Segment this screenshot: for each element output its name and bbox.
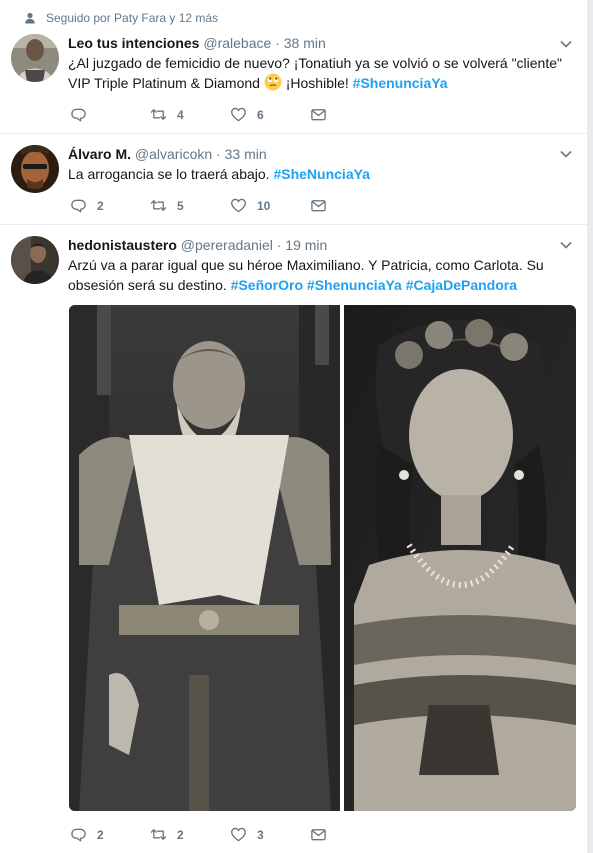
tweet-media-photo[interactable]: [69, 305, 576, 811]
retweet-count: 4: [177, 107, 184, 122]
retweet-count: 2: [177, 827, 184, 842]
envelope-icon: [311, 109, 326, 121]
tweet-text-part: La arrogancia se lo traerá abajo.: [68, 166, 274, 182]
heart-icon: [231, 827, 246, 842]
retweet-icon: [150, 200, 167, 211]
tweet-text: La arrogancia se lo traerá abajo. #SheNu…: [68, 164, 574, 184]
tweet-text-part: ¡Hoshible!: [281, 75, 353, 91]
fullname[interactable]: hedonistaustero: [68, 237, 177, 253]
like-button[interactable]: 10: [230, 197, 310, 214]
tweet-header: Álvaro M. @alvaricokn · 33 min: [68, 146, 267, 162]
heart-icon: [231, 107, 246, 122]
reply-icon: [71, 199, 86, 213]
social-context: Seguido por Paty Fara y 12 más: [25, 11, 219, 25]
like-count: 10: [257, 198, 271, 213]
envelope-icon: [311, 200, 326, 212]
tweet-actions: 4 6: [70, 106, 327, 123]
chevron-down-icon[interactable]: [560, 40, 572, 48]
left-photo-maximiliano: [69, 305, 340, 811]
social-context-text: Seguido por Paty Fara y 12 más: [46, 11, 219, 25]
avatar[interactable]: [11, 236, 59, 284]
retweet-icon: [150, 109, 167, 120]
reply-count: 2: [97, 198, 104, 213]
reply-button[interactable]: 2: [70, 197, 150, 214]
direct-message-button[interactable]: [310, 106, 327, 123]
hashtag-link[interactable]: #ShenunciaYa: [307, 277, 402, 293]
photo-collage: [69, 305, 576, 811]
like-count: 3: [257, 827, 264, 842]
heart-icon: [231, 198, 246, 213]
separator-dot: ·: [275, 35, 280, 51]
like-button[interactable]: 3: [230, 826, 310, 843]
avatar[interactable]: [11, 34, 59, 82]
tweet-header: Leo tus intenciones @ralebace · 38 min: [68, 35, 326, 51]
direct-message-button[interactable]: [310, 197, 327, 214]
tweet[interactable]: Álvaro M. @alvaricokn · 33 min La arroga…: [0, 134, 588, 225]
reply-icon: [71, 828, 86, 842]
chevron-down-icon[interactable]: [560, 241, 572, 249]
reply-button[interactable]: [70, 106, 150, 123]
separator-dot: ·: [216, 146, 221, 162]
tweet-text: Arzú va a parar igual que su héroe Maxim…: [68, 255, 574, 295]
timeline: Seguido por Paty Fara y 12 más Leo tus i…: [0, 0, 588, 853]
timestamp[interactable]: 38 min: [284, 35, 326, 51]
tweet-actions: 2 5 10: [70, 197, 327, 214]
direct-message-button[interactable]: [310, 826, 327, 843]
retweet-button[interactable]: 4: [150, 106, 230, 123]
like-button[interactable]: 6: [230, 106, 310, 123]
timestamp[interactable]: 33 min: [225, 146, 267, 162]
fullname[interactable]: Álvaro M.: [68, 146, 131, 162]
username[interactable]: @pereradaniel: [181, 237, 273, 253]
tweet-actions: 2 2 3: [70, 826, 327, 843]
tweet-header: hedonistaustero @pereradaniel · 19 min: [68, 237, 327, 253]
hashtag-link[interactable]: #CajaDePandora: [406, 277, 517, 293]
rolling-eyes-emoji: [264, 73, 282, 91]
hashtag-link[interactable]: #ShenunciaYa: [353, 75, 448, 91]
tweet-text: ¿Al juzgado de femicidio de nuevo? ¡Tona…: [68, 53, 574, 93]
retweet-button[interactable]: 2: [150, 826, 230, 843]
username[interactable]: @alvaricokn: [135, 146, 212, 162]
retweet-icon: [150, 829, 167, 840]
retweet-count: 5: [177, 198, 184, 213]
avatar[interactable]: [11, 145, 59, 193]
hashtag-link[interactable]: #SeñorOro: [231, 277, 303, 293]
right-photo-carlota: [344, 305, 576, 811]
chevron-down-icon[interactable]: [560, 150, 572, 158]
reply-count: 2: [97, 827, 104, 842]
envelope-icon: [311, 829, 326, 841]
person-icon: [25, 12, 35, 24]
reply-button[interactable]: 2: [70, 826, 150, 843]
tweet[interactable]: Seguido por Paty Fara y 12 más Leo tus i…: [0, 0, 588, 134]
username[interactable]: @ralebace: [203, 35, 271, 51]
retweet-button[interactable]: 5: [150, 197, 230, 214]
tweet[interactable]: hedonistaustero @pereradaniel · 19 min A…: [0, 225, 588, 853]
like-count: 6: [257, 107, 264, 122]
reply-icon: [71, 108, 86, 122]
separator-dot: ·: [276, 237, 282, 253]
timestamp[interactable]: 19 min: [285, 237, 327, 253]
fullname[interactable]: Leo tus intenciones: [68, 35, 199, 51]
hashtag-link[interactable]: #SheNunciaYa: [273, 166, 370, 182]
